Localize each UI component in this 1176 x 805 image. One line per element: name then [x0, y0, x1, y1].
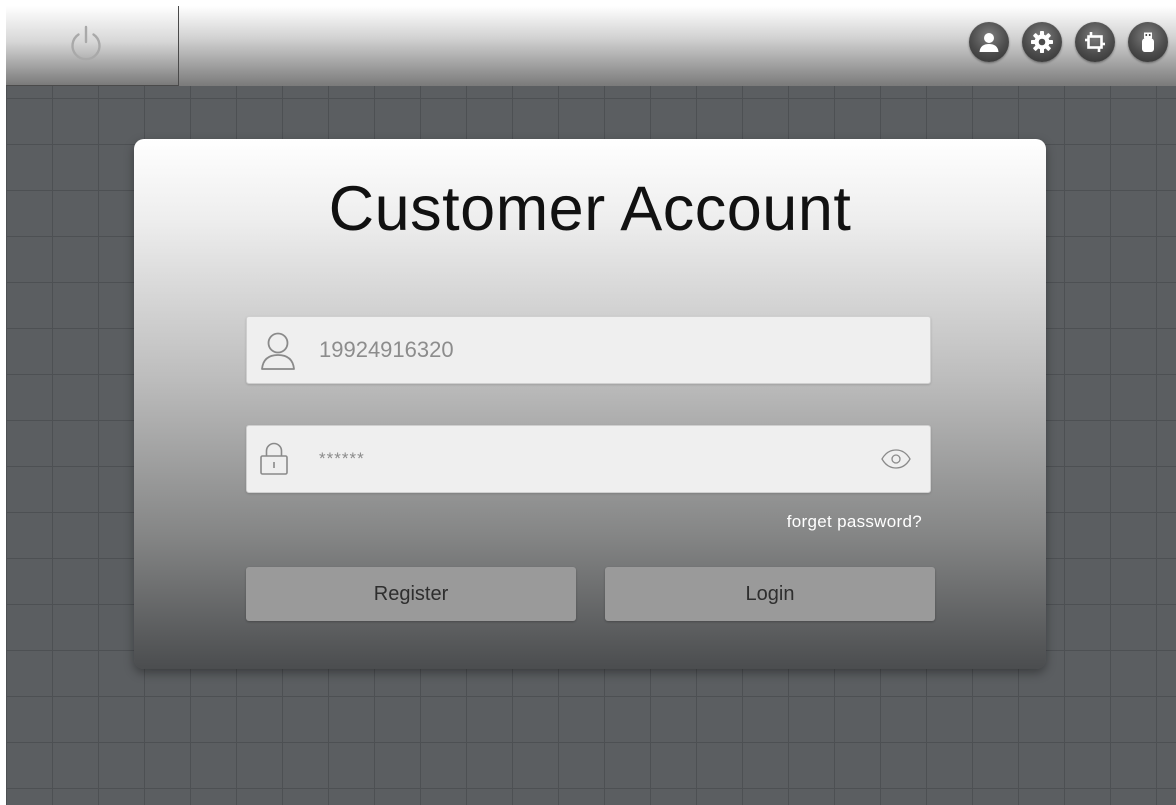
screen-button[interactable] — [1075, 22, 1115, 62]
eye-icon[interactable] — [880, 448, 912, 470]
toolbar-icons — [969, 22, 1168, 62]
password-field[interactable] — [246, 425, 931, 493]
usb-button[interactable] — [1128, 22, 1168, 62]
usb-icon — [1142, 32, 1154, 52]
account-button[interactable] — [969, 22, 1009, 62]
user-icon — [979, 33, 999, 52]
login-button[interactable]: Login — [605, 567, 935, 621]
settings-button[interactable] — [1022, 22, 1062, 62]
page-title: Customer Account — [328, 174, 852, 244]
register-button[interactable]: Register — [246, 567, 576, 621]
username-field[interactable] — [246, 316, 931, 384]
crop-icon — [1085, 32, 1105, 52]
username-input[interactable] — [319, 317, 839, 383]
lock-icon — [260, 442, 288, 475]
app-screen: Customer Account forget password? Regist… — [6, 6, 1176, 805]
user-outline-icon — [261, 332, 295, 370]
forgot-password-link[interactable]: forget password? — [787, 512, 922, 532]
power-icon — [71, 25, 101, 60]
power-button[interactable] — [6, 6, 179, 86]
top-bar — [6, 6, 1176, 86]
login-card: Customer Account forget password? Regist… — [134, 139, 1046, 669]
gear-icon — [1031, 31, 1053, 53]
password-input[interactable] — [319, 426, 839, 492]
